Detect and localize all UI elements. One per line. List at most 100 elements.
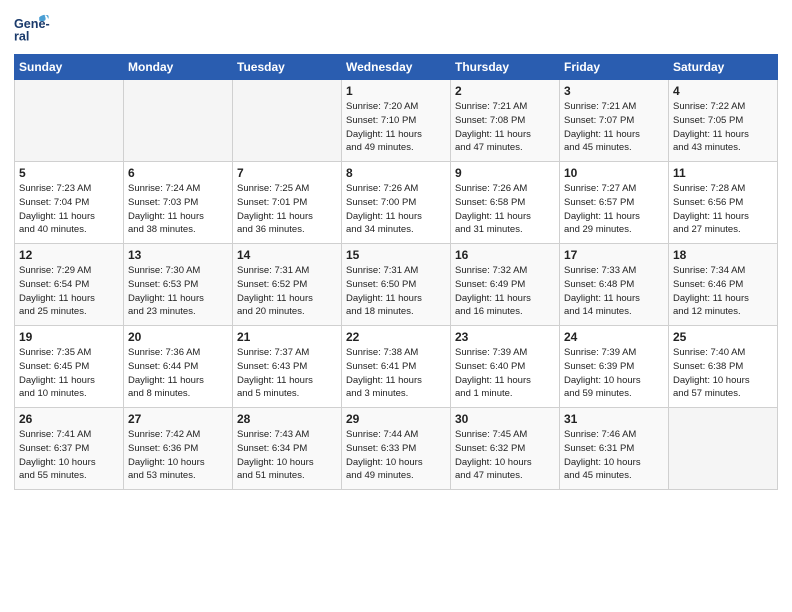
- weekday-header-sunday: Sunday: [15, 55, 124, 80]
- day-number: 19: [19, 330, 119, 344]
- day-number: 28: [237, 412, 337, 426]
- day-info: Sunrise: 7:38 AM Sunset: 6:41 PM Dayligh…: [346, 346, 446, 401]
- day-info: Sunrise: 7:30 AM Sunset: 6:53 PM Dayligh…: [128, 264, 228, 319]
- day-info: Sunrise: 7:24 AM Sunset: 7:03 PM Dayligh…: [128, 182, 228, 237]
- calendar-cell: 11 Sunrise: 7:28 AM Sunset: 6:56 PM Dayli…: [669, 162, 778, 244]
- day-number: 7: [237, 166, 337, 180]
- calendar-cell: 13 Sunrise: 7:30 AM Sunset: 6:53 PM Dayli…: [124, 244, 233, 326]
- day-number: 21: [237, 330, 337, 344]
- calendar-cell: 12Sunrise: 7:29 AM Sunset: 6:54 PM Dayli…: [15, 244, 124, 326]
- day-info: Sunrise: 7:40 AM Sunset: 6:38 PM Dayligh…: [673, 346, 773, 401]
- calendar-cell: 6 Sunrise: 7:24 AM Sunset: 7:03 PM Daylig…: [124, 162, 233, 244]
- day-number: 1: [346, 84, 446, 98]
- day-info: Sunrise: 7:21 AM Sunset: 7:08 PM Dayligh…: [455, 100, 555, 155]
- calendar-cell: 22 Sunrise: 7:38 AM Sunset: 6:41 PM Dayli…: [342, 326, 451, 408]
- weekday-header-saturday: Saturday: [669, 55, 778, 80]
- calendar-cell: 28 Sunrise: 7:43 AM Sunset: 6:34 PM Dayli…: [233, 408, 342, 490]
- day-number: 22: [346, 330, 446, 344]
- day-number: 14: [237, 248, 337, 262]
- day-info: Sunrise: 7:31 AM Sunset: 6:50 PM Dayligh…: [346, 264, 446, 319]
- calendar-cell: 8 Sunrise: 7:26 AM Sunset: 7:00 PM Daylig…: [342, 162, 451, 244]
- calendar-cell: 15 Sunrise: 7:31 AM Sunset: 6:50 PM Dayli…: [342, 244, 451, 326]
- logo-icon: Gene- ral: [14, 10, 50, 46]
- weekday-header-tuesday: Tuesday: [233, 55, 342, 80]
- day-number: 12: [19, 248, 119, 262]
- day-number: 29: [346, 412, 446, 426]
- calendar-cell: 17 Sunrise: 7:33 AM Sunset: 6:48 PM Dayli…: [560, 244, 669, 326]
- calendar-cell: [15, 80, 124, 162]
- day-info: Sunrise: 7:26 AM Sunset: 7:00 PM Dayligh…: [346, 182, 446, 237]
- day-number: 5: [19, 166, 119, 180]
- day-number: 9: [455, 166, 555, 180]
- day-number: 10: [564, 166, 664, 180]
- weekday-header-thursday: Thursday: [451, 55, 560, 80]
- calendar-cell: 23 Sunrise: 7:39 AM Sunset: 6:40 PM Dayli…: [451, 326, 560, 408]
- day-info: Sunrise: 7:22 AM Sunset: 7:05 PM Dayligh…: [673, 100, 773, 155]
- calendar-week-2: 5 Sunrise: 7:23 AM Sunset: 7:04 PM Daylig…: [15, 162, 778, 244]
- day-info: Sunrise: 7:39 AM Sunset: 6:40 PM Dayligh…: [455, 346, 555, 401]
- day-number: 25: [673, 330, 773, 344]
- day-info: Sunrise: 7:28 AM Sunset: 6:56 PM Dayligh…: [673, 182, 773, 237]
- calendar-week-4: 19 Sunrise: 7:35 AM Sunset: 6:45 PM Dayli…: [15, 326, 778, 408]
- calendar-cell: 29 Sunrise: 7:44 AM Sunset: 6:33 PM Dayli…: [342, 408, 451, 490]
- calendar-cell: 21 Sunrise: 7:37 AM Sunset: 6:43 PM Dayli…: [233, 326, 342, 408]
- weekday-header-friday: Friday: [560, 55, 669, 80]
- page-container: Gene- ral SundayMondayTuesdayWednesdayTh…: [0, 0, 792, 498]
- day-number: 11: [673, 166, 773, 180]
- header: Gene- ral: [14, 10, 778, 46]
- day-info: Sunrise: 7:27 AM Sunset: 6:57 PM Dayligh…: [564, 182, 664, 237]
- day-info: Sunrise: 7:32 AM Sunset: 6:49 PM Dayligh…: [455, 264, 555, 319]
- calendar-table: SundayMondayTuesdayWednesdayThursdayFrid…: [14, 54, 778, 490]
- day-number: 18: [673, 248, 773, 262]
- calendar-cell: 18 Sunrise: 7:34 AM Sunset: 6:46 PM Dayli…: [669, 244, 778, 326]
- svg-text:ral: ral: [14, 30, 29, 44]
- calendar-cell: 4 Sunrise: 7:22 AM Sunset: 7:05 PM Daylig…: [669, 80, 778, 162]
- calendar-cell: 25 Sunrise: 7:40 AM Sunset: 6:38 PM Dayli…: [669, 326, 778, 408]
- calendar-week-5: 26Sunrise: 7:41 AM Sunset: 6:37 PM Dayli…: [15, 408, 778, 490]
- day-number: 13: [128, 248, 228, 262]
- day-info: Sunrise: 7:45 AM Sunset: 6:32 PM Dayligh…: [455, 428, 555, 483]
- day-info: Sunrise: 7:25 AM Sunset: 7:01 PM Dayligh…: [237, 182, 337, 237]
- day-info: Sunrise: 7:39 AM Sunset: 6:39 PM Dayligh…: [564, 346, 664, 401]
- day-info: Sunrise: 7:35 AM Sunset: 6:45 PM Dayligh…: [19, 346, 119, 401]
- calendar-cell: 1 Sunrise: 7:20 AM Sunset: 7:10 PM Daylig…: [342, 80, 451, 162]
- day-info: Sunrise: 7:36 AM Sunset: 6:44 PM Dayligh…: [128, 346, 228, 401]
- day-info: Sunrise: 7:31 AM Sunset: 6:52 PM Dayligh…: [237, 264, 337, 319]
- day-info: Sunrise: 7:44 AM Sunset: 6:33 PM Dayligh…: [346, 428, 446, 483]
- logo: Gene- ral: [14, 10, 54, 46]
- day-number: 24: [564, 330, 664, 344]
- day-number: 31: [564, 412, 664, 426]
- calendar-body: 1 Sunrise: 7:20 AM Sunset: 7:10 PM Daylig…: [15, 80, 778, 490]
- day-number: 6: [128, 166, 228, 180]
- calendar-cell: 30 Sunrise: 7:45 AM Sunset: 6:32 PM Dayli…: [451, 408, 560, 490]
- calendar-week-3: 12Sunrise: 7:29 AM Sunset: 6:54 PM Dayli…: [15, 244, 778, 326]
- day-info: Sunrise: 7:34 AM Sunset: 6:46 PM Dayligh…: [673, 264, 773, 319]
- day-number: 27: [128, 412, 228, 426]
- day-info: Sunrise: 7:43 AM Sunset: 6:34 PM Dayligh…: [237, 428, 337, 483]
- calendar-cell: 31 Sunrise: 7:46 AM Sunset: 6:31 PM Dayli…: [560, 408, 669, 490]
- day-number: 17: [564, 248, 664, 262]
- weekday-header-row: SundayMondayTuesdayWednesdayThursdayFrid…: [15, 55, 778, 80]
- day-info: Sunrise: 7:20 AM Sunset: 7:10 PM Dayligh…: [346, 100, 446, 155]
- calendar-week-1: 1 Sunrise: 7:20 AM Sunset: 7:10 PM Daylig…: [15, 80, 778, 162]
- day-info: Sunrise: 7:33 AM Sunset: 6:48 PM Dayligh…: [564, 264, 664, 319]
- day-number: 16: [455, 248, 555, 262]
- calendar-header: SundayMondayTuesdayWednesdayThursdayFrid…: [15, 55, 778, 80]
- day-number: 15: [346, 248, 446, 262]
- day-info: Sunrise: 7:46 AM Sunset: 6:31 PM Dayligh…: [564, 428, 664, 483]
- calendar-cell: 19 Sunrise: 7:35 AM Sunset: 6:45 PM Dayli…: [15, 326, 124, 408]
- day-info: Sunrise: 7:37 AM Sunset: 6:43 PM Dayligh…: [237, 346, 337, 401]
- day-number: 26: [19, 412, 119, 426]
- calendar-cell: [669, 408, 778, 490]
- calendar-cell: 24 Sunrise: 7:39 AM Sunset: 6:39 PM Dayli…: [560, 326, 669, 408]
- day-info: Sunrise: 7:26 AM Sunset: 6:58 PM Dayligh…: [455, 182, 555, 237]
- day-number: 23: [455, 330, 555, 344]
- day-info: Sunrise: 7:23 AM Sunset: 7:04 PM Dayligh…: [19, 182, 119, 237]
- calendar-cell: 26Sunrise: 7:41 AM Sunset: 6:37 PM Dayli…: [15, 408, 124, 490]
- weekday-header-monday: Monday: [124, 55, 233, 80]
- calendar-cell: 9 Sunrise: 7:26 AM Sunset: 6:58 PM Daylig…: [451, 162, 560, 244]
- day-number: 4: [673, 84, 773, 98]
- calendar-cell: 7 Sunrise: 7:25 AM Sunset: 7:01 PM Daylig…: [233, 162, 342, 244]
- day-number: 30: [455, 412, 555, 426]
- day-number: 8: [346, 166, 446, 180]
